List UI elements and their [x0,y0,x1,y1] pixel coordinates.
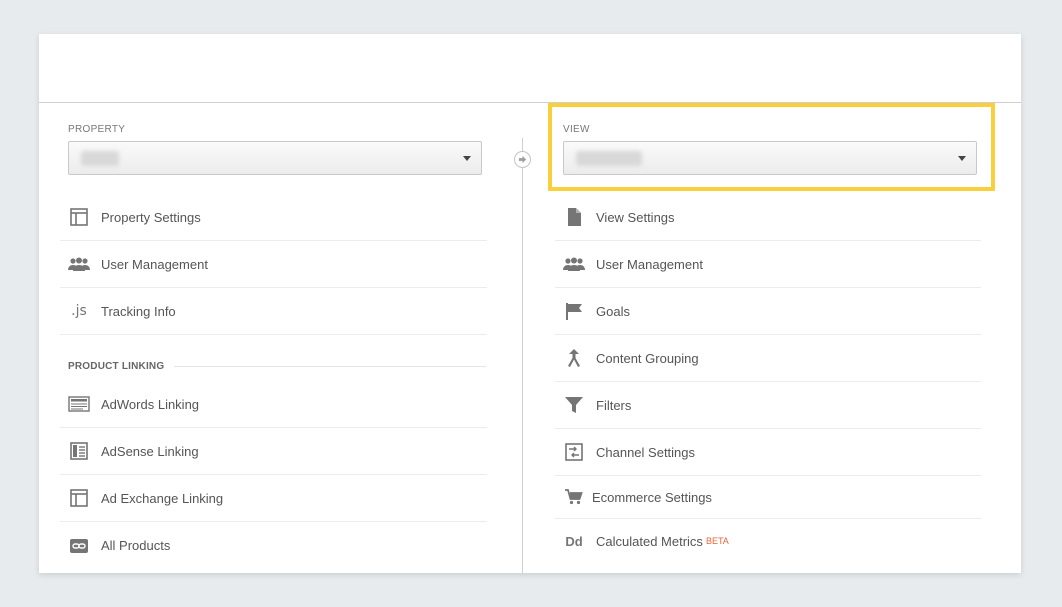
divider [174,365,486,367]
filter-icon [563,395,585,415]
view-user-management-item[interactable]: User Management [555,241,981,288]
layout-icon [68,207,90,227]
adwords-icon [68,394,90,414]
adsense-linking-item[interactable]: AdSense Linking [60,428,487,475]
menu-label: Filters [596,397,632,413]
goals-item[interactable]: Goals [555,288,981,335]
view-settings-item[interactable]: View Settings [555,194,981,241]
property-selected-value [81,151,119,166]
document-icon [563,207,585,227]
property-label: PROPERTY [68,124,126,135]
view-selected-value [576,151,642,166]
menu-label: User Management [101,256,208,272]
column-divider [522,138,523,573]
menu-label: Ecommerce Settings [592,489,712,505]
menu-label: User Management [596,256,703,272]
merge-icon [563,348,585,368]
menu-label: Tracking Info [101,303,176,319]
menu-label: AdSense Linking [101,443,199,459]
menu-label: Ad Exchange Linking [101,490,224,506]
all-products-item[interactable]: All Products [60,522,487,569]
content-grouping-item[interactable]: Content Grouping [555,335,981,382]
tracking-info-item[interactable]: .js Tracking Info [60,288,487,335]
channel-icon [563,442,585,462]
ecommerce-settings-item[interactable]: Ecommerce Settings [555,476,981,519]
chevron-down-icon [958,156,966,161]
menu-label: View Settings [596,209,675,225]
menu-label: All Products [101,538,171,553]
menu-label: Calculated Metrics [596,533,703,549]
product-linking-label: PRODUCT LINKING [68,360,165,372]
chevron-down-icon [463,156,471,161]
menu-label: Property Settings [101,209,201,225]
property-select[interactable] [68,141,482,175]
view-select[interactable] [563,141,977,175]
beta-badge: BETA [705,536,729,546]
menu-label: Channel Settings [596,444,696,460]
adsense-icon [68,441,90,461]
filters-item[interactable]: Filters [555,382,981,429]
calculated-metrics-item[interactable]: Dd Calculated Metrics BETA [555,519,981,563]
cart-icon [563,487,585,507]
menu-label: Goals [596,303,630,319]
property-user-management-item[interactable]: User Management [60,241,487,288]
menu-label: Content Grouping [596,350,699,366]
channel-settings-item[interactable]: Channel Settings [555,429,981,476]
flag-icon [563,301,585,321]
arrow-right-icon [514,151,531,168]
product-linking-header: PRODUCT LINKING [68,360,486,372]
js-icon: .js [71,303,87,319]
users-icon [563,254,585,274]
link-icon [68,536,90,556]
ad-exchange-icon [68,488,90,508]
adwords-linking-item[interactable]: AdWords Linking [60,381,487,428]
users-icon [68,254,90,274]
menu-label: AdWords Linking [101,396,200,412]
property-settings-item[interactable]: Property Settings [60,194,487,241]
ad-exchange-linking-item[interactable]: Ad Exchange Linking [60,475,487,522]
view-label: VIEW [563,124,590,135]
dd-icon: Dd [565,533,583,549]
admin-panel: PROPERTY Property Settings User Manageme… [39,34,1021,573]
